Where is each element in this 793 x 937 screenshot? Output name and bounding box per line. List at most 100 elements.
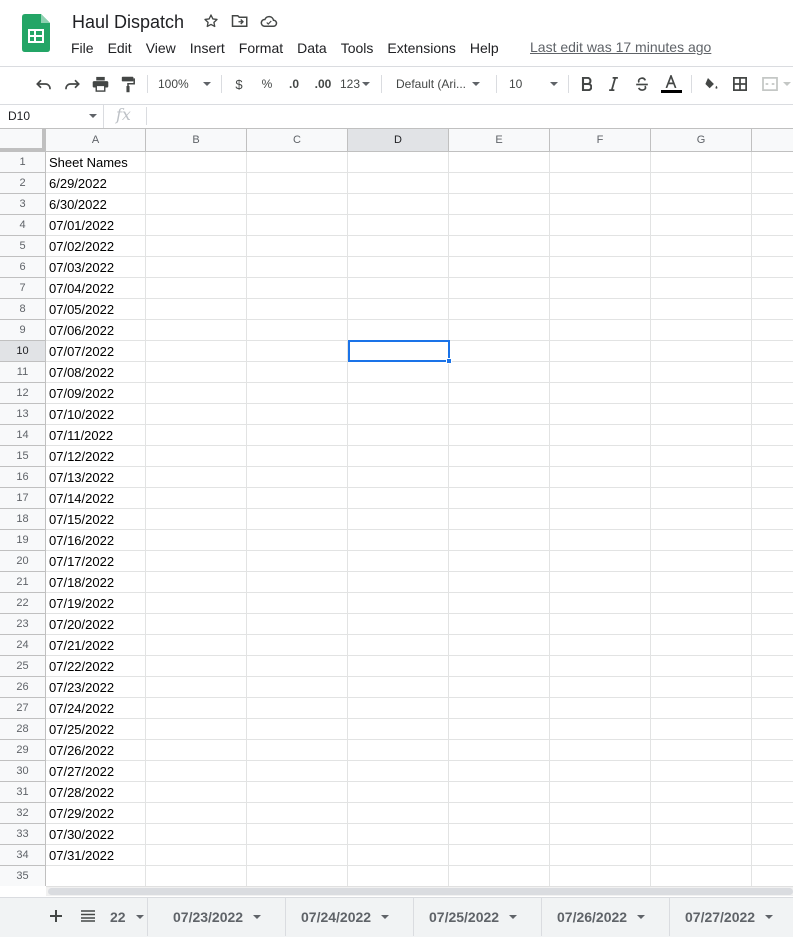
column-header[interactable]: C <box>247 129 348 152</box>
cell-a[interactable]: 07/21/2022 <box>49 635 114 656</box>
cell-a[interactable]: 07/10/2022 <box>49 404 114 425</box>
column-header[interactable]: D <box>348 129 449 152</box>
row-header[interactable]: 29 <box>0 740 46 761</box>
fill-handle[interactable] <box>446 358 452 364</box>
row-header[interactable]: 31 <box>0 782 46 803</box>
cell-a[interactable]: 6/29/2022 <box>49 173 107 194</box>
column-header[interactable]: B <box>146 129 247 152</box>
row-header[interactable]: 16 <box>0 467 46 488</box>
row-header[interactable]: 12 <box>0 383 46 404</box>
row-header[interactable]: 4 <box>0 215 46 236</box>
menu-view[interactable]: View <box>139 38 183 58</box>
row-header[interactable]: 7 <box>0 278 46 299</box>
cell-a[interactable]: 07/29/2022 <box>49 803 114 824</box>
add-sheet-button[interactable] <box>46 906 66 926</box>
menu-tools[interactable]: Tools <box>334 38 381 58</box>
menu-help[interactable]: Help <box>463 38 506 58</box>
print-icon[interactable] <box>89 72 111 96</box>
cell-a[interactable]: 07/12/2022 <box>49 446 114 467</box>
formula-input[interactable] <box>152 104 792 128</box>
sheet-tab[interactable]: 07/27/2022 <box>673 898 793 936</box>
sheet-tab[interactable]: 07/25/2022 <box>417 898 542 936</box>
cell-a[interactable]: 07/07/2022 <box>49 341 114 362</box>
column-header[interactable]: E <box>449 129 550 152</box>
row-header[interactable]: 10 <box>0 341 46 362</box>
menu-format[interactable]: Format <box>232 38 290 58</box>
row-header[interactable]: 3 <box>0 194 46 215</box>
cell-a[interactable]: 07/28/2022 <box>49 782 114 803</box>
row-header[interactable]: 21 <box>0 572 46 593</box>
move-folder-icon[interactable] <box>231 12 249 30</box>
decrease-decimal-button[interactable]: .0 <box>282 72 306 96</box>
cell-a[interactable]: 07/01/2022 <box>49 215 114 236</box>
row-header[interactable]: 9 <box>0 320 46 341</box>
row-header[interactable]: 35 <box>0 866 46 886</box>
cell-a[interactable]: 07/23/2022 <box>49 677 114 698</box>
cell-a[interactable]: 07/22/2022 <box>49 656 114 677</box>
menu-extensions[interactable]: Extensions <box>380 38 462 58</box>
select-all-corner[interactable] <box>0 129 46 152</box>
row-header[interactable]: 32 <box>0 803 46 824</box>
menu-file[interactable]: File <box>64 38 101 58</box>
increase-decimal-button[interactable]: .00 <box>310 72 336 96</box>
row-header[interactable]: 28 <box>0 719 46 740</box>
cell-a[interactable]: 07/31/2022 <box>49 845 114 866</box>
row-header[interactable]: 8 <box>0 299 46 320</box>
redo-icon[interactable] <box>61 72 83 96</box>
percent-format-button[interactable]: % <box>257 72 277 96</box>
cell-a[interactable]: 07/15/2022 <box>49 509 114 530</box>
cell-a[interactable]: 07/05/2022 <box>49 299 114 320</box>
menu-edit[interactable]: Edit <box>101 38 139 58</box>
sheet-tab[interactable]: 22 <box>100 898 148 936</box>
row-header[interactable]: 25 <box>0 656 46 677</box>
cell-a[interactable]: 07/16/2022 <box>49 530 114 551</box>
column-header[interactable] <box>752 129 793 152</box>
row-header[interactable]: 33 <box>0 824 46 845</box>
cell-a[interactable]: 07/03/2022 <box>49 257 114 278</box>
column-header[interactable]: G <box>651 129 752 152</box>
row-header[interactable]: 14 <box>0 425 46 446</box>
row-header[interactable]: 15 <box>0 446 46 467</box>
row-header[interactable]: 24 <box>0 635 46 656</box>
row-header[interactable]: 26 <box>0 677 46 698</box>
merge-dropdown-caret[interactable] <box>781 72 793 96</box>
selected-cell[interactable] <box>348 340 450 362</box>
paint-format-icon[interactable] <box>117 72 139 96</box>
menu-insert[interactable]: Insert <box>183 38 232 58</box>
sheet-tab[interactable]: 07/23/2022 <box>161 898 286 936</box>
cell-a[interactable]: 07/30/2022 <box>49 824 114 845</box>
document-title[interactable]: Haul Dispatch <box>72 12 184 33</box>
cell-a[interactable]: Sheet Names <box>49 152 128 173</box>
row-header[interactable]: 34 <box>0 845 46 866</box>
borders-icon[interactable] <box>729 72 751 96</box>
cell-a[interactable]: 07/11/2022 <box>49 425 113 446</box>
row-header[interactable]: 2 <box>0 173 46 194</box>
zoom-select[interactable]: 100% <box>158 72 214 96</box>
cell-a[interactable]: 07/09/2022 <box>49 383 114 404</box>
cell-a[interactable]: 07/06/2022 <box>49 320 114 341</box>
cell-a[interactable]: 07/25/2022 <box>49 719 114 740</box>
last-edit-link[interactable]: Last edit was 17 minutes ago <box>530 39 711 55</box>
all-sheets-button[interactable] <box>78 906 98 926</box>
cell-a[interactable]: 07/27/2022 <box>49 761 114 782</box>
undo-icon[interactable] <box>33 72 55 96</box>
cell-a[interactable]: 07/24/2022 <box>49 698 114 719</box>
cell-a[interactable]: 07/20/2022 <box>49 614 114 635</box>
font-family-select[interactable]: Default (Ari... <box>396 72 486 96</box>
cell-a[interactable]: 07/02/2022 <box>49 236 114 257</box>
row-header[interactable]: 6 <box>0 257 46 278</box>
bold-icon[interactable] <box>576 72 596 96</box>
merge-cells-icon[interactable] <box>759 72 781 96</box>
cell-a[interactable]: 6/30/2022 <box>49 194 107 215</box>
more-formats-select[interactable]: 123 <box>340 72 372 96</box>
currency-format-button[interactable]: $ <box>229 72 249 96</box>
cell-a[interactable]: 07/08/2022 <box>49 362 114 383</box>
row-header[interactable]: 27 <box>0 698 46 719</box>
name-box[interactable]: D10 <box>0 104 104 128</box>
cell-a[interactable]: 07/17/2022 <box>49 551 114 572</box>
fill-color-icon[interactable] <box>699 72 721 96</box>
row-header[interactable]: 18 <box>0 509 46 530</box>
menu-data[interactable]: Data <box>290 38 334 58</box>
sheets-logo-icon[interactable] <box>22 14 50 52</box>
sheet-tab[interactable]: 07/24/2022 <box>289 898 414 936</box>
